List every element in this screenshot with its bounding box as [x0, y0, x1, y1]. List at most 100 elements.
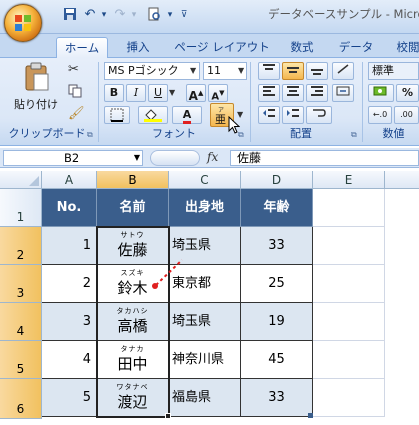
redo-dropdown-icon[interactable]: ▾: [126, 7, 142, 23]
font-group-label: フォント: [152, 127, 196, 140]
borders-button[interactable]: [104, 106, 130, 124]
cell-b4[interactable]: タカハシ 高橋: [97, 303, 169, 341]
cell-e4[interactable]: [313, 303, 385, 341]
cell-d6[interactable]: 33: [241, 379, 313, 417]
cell-e5[interactable]: [313, 341, 385, 379]
column-header-d[interactable]: D: [241, 171, 313, 189]
cut-icon[interactable]: ✂: [68, 62, 84, 78]
cell-c6[interactable]: 福島県: [169, 379, 241, 417]
cell-d2[interactable]: 33: [241, 227, 313, 265]
cell-a2[interactable]: 1: [42, 227, 97, 265]
select-all-corner[interactable]: [0, 171, 42, 189]
cell-a4[interactable]: 3: [42, 303, 97, 341]
alignment-launcher-icon[interactable]: ⧉: [351, 130, 357, 140]
column-header-a[interactable]: A: [42, 171, 97, 189]
row-header-2[interactable]: 2: [0, 227, 42, 265]
cell-b5[interactable]: タナカ 田中: [97, 341, 169, 379]
align-center-button[interactable]: [282, 84, 304, 102]
increase-indent-button[interactable]: [282, 106, 304, 124]
fill-handle[interactable]: [165, 413, 171, 419]
font-launcher-icon[interactable]: ⧉: [238, 130, 244, 140]
column-header-b[interactable]: B: [97, 171, 169, 189]
table-header-no[interactable]: No.: [42, 189, 97, 227]
column-header-f[interactable]: [385, 171, 419, 189]
clipboard-group-label: クリップボード: [8, 127, 86, 140]
cell-e1[interactable]: [313, 189, 385, 227]
row-header-4[interactable]: 4: [0, 303, 42, 341]
currency-icon: [373, 86, 387, 96]
wrap-text-button[interactable]: [306, 106, 332, 124]
align-middle-button[interactable]: [282, 62, 304, 80]
table-resize-handle[interactable]: [308, 413, 313, 418]
align-left-button[interactable]: [258, 84, 280, 102]
cell-c4[interactable]: 埼玉県: [169, 303, 241, 341]
row-header-3[interactable]: 3: [0, 265, 42, 303]
percent-format-button[interactable]: %: [396, 84, 419, 102]
row-header-1[interactable]: 1: [0, 189, 42, 227]
tab-formulas[interactable]: 数式: [280, 37, 324, 58]
save-icon[interactable]: [62, 7, 78, 23]
merge-center-button[interactable]: [332, 84, 354, 102]
formula-divider-handle[interactable]: [150, 150, 200, 166]
align-right-button[interactable]: [306, 84, 328, 102]
fill-color-button[interactable]: [138, 106, 168, 124]
tab-page-layout[interactable]: ページ レイアウト: [170, 37, 274, 58]
underline-dropdown-icon[interactable]: ▼: [169, 84, 178, 102]
currency-format-button[interactable]: [368, 84, 394, 102]
tab-insert[interactable]: 挿入: [116, 37, 160, 58]
cell-e6[interactable]: [313, 379, 385, 417]
align-bottom-button[interactable]: [306, 62, 328, 80]
tab-data[interactable]: データ: [332, 37, 380, 58]
name-box-dropdown-icon[interactable]: ▼: [134, 151, 140, 165]
table-header-age[interactable]: 年齢: [241, 189, 313, 227]
phonetic-dropdown-icon[interactable]: ▼: [237, 106, 246, 124]
copy-icon[interactable]: [68, 84, 84, 100]
decrease-indent-button[interactable]: [258, 106, 280, 124]
increase-decimal-button[interactable]: ←.0: [368, 106, 392, 124]
office-button[interactable]: [4, 4, 42, 42]
borders-icon: [110, 108, 124, 122]
row-header-6[interactable]: 6: [0, 379, 42, 419]
bold-button[interactable]: B: [104, 84, 124, 102]
tab-home[interactable]: ホーム: [56, 37, 108, 58]
format-painter-icon[interactable]: 🖌: [68, 106, 85, 122]
cell-e2[interactable]: [313, 227, 385, 265]
row-header-5[interactable]: 5: [0, 341, 42, 379]
font-color-button[interactable]: A: [172, 106, 202, 124]
wrap-text-icon: [313, 109, 326, 117]
tab-review[interactable]: 校閲: [388, 37, 419, 58]
cell-d4[interactable]: 19: [241, 303, 313, 341]
align-top-button[interactable]: [258, 62, 280, 80]
cell-a6[interactable]: 5: [42, 379, 97, 417]
formula-input[interactable]: 佐藤: [230, 150, 419, 166]
table-header-origin[interactable]: 出身地: [169, 189, 241, 227]
italic-button[interactable]: I: [126, 84, 146, 102]
font-size-dropdown-icon[interactable]: ▼: [238, 62, 247, 80]
cell-a5[interactable]: 4: [42, 341, 97, 379]
column-header-e[interactable]: E: [313, 171, 385, 189]
print-preview-icon[interactable]: [146, 7, 162, 23]
cell-c5[interactable]: 神奈川県: [169, 341, 241, 379]
cell-a3[interactable]: 2: [42, 265, 97, 303]
column-header-c[interactable]: C: [169, 171, 241, 189]
row-label: 4: [16, 324, 25, 338]
cell-d3[interactable]: 25: [241, 265, 313, 303]
table-header-name[interactable]: 名前: [97, 189, 169, 227]
orientation-button[interactable]: [332, 62, 354, 80]
shrink-font-button[interactable]: A▼: [208, 84, 228, 102]
paste-button[interactable]: 貼り付け: [10, 62, 62, 122]
cell-b6[interactable]: ワタナベ 渡辺: [97, 379, 169, 417]
number-format-combo[interactable]: 標準: [368, 62, 419, 80]
font-name-combo[interactable]: MS Pゴシック: [104, 62, 200, 80]
insert-function-button[interactable]: fx: [207, 150, 229, 166]
customize-icon[interactable]: ⊽: [176, 7, 192, 23]
grow-font-button[interactable]: A▲: [186, 84, 206, 103]
decrease-decimal-button[interactable]: .00: [394, 106, 419, 124]
font-name-dropdown-icon[interactable]: ▼: [190, 62, 201, 80]
underline-button[interactable]: U: [148, 84, 168, 102]
undo-dropdown-icon[interactable]: ▾: [96, 7, 112, 23]
clipboard-launcher-icon[interactable]: ⧉: [87, 130, 93, 140]
name-box[interactable]: B2 ▼: [3, 150, 143, 166]
cell-e3[interactable]: [313, 265, 385, 303]
cell-d5[interactable]: 45: [241, 341, 313, 379]
